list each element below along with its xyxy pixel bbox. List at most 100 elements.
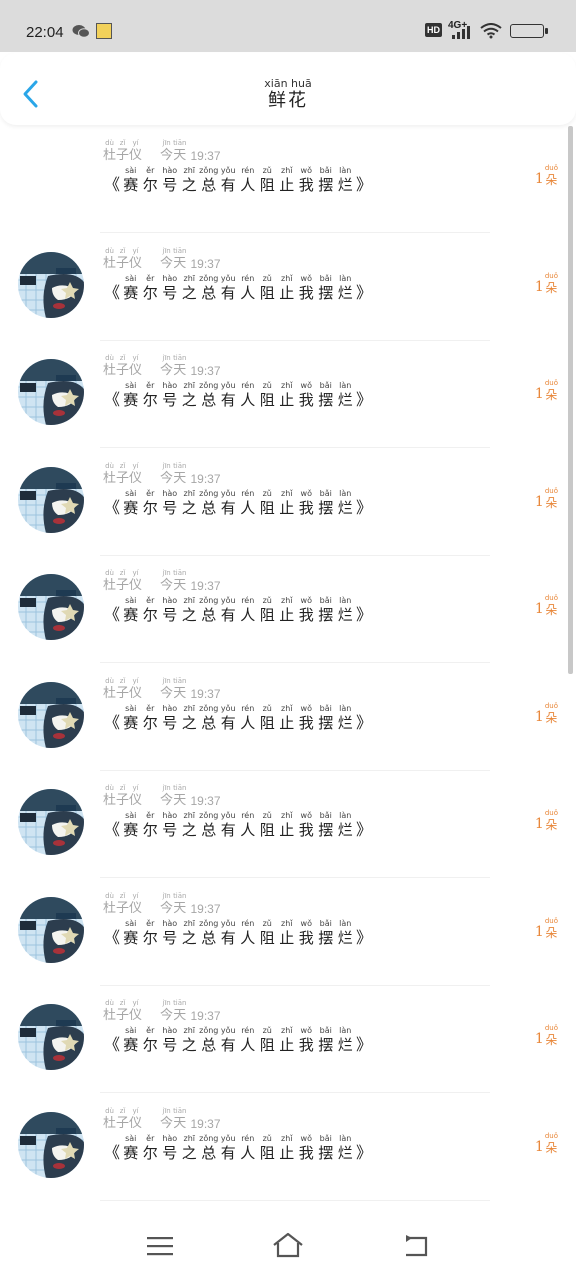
book-title[interactable]: 《 sài 赛 ěr 尔 hào 号 zhī 之 zǒng 总 yǒu 有 rén 人 zǔ 阻 zhǐ 止 wǒ 我 b… (103, 166, 373, 194)
header: xiān huā 鲜花 (0, 53, 576, 125)
date-label-char: 天 (173, 1008, 187, 1023)
sender-meta: dù 杜 zǐ 子 yí 仪 jīn 今 tiān 天 19:37 (103, 677, 221, 701)
book-title[interactable]: 《 sài 赛 ěr 尔 hào 号 zhī 之 zǒng 总 yǒu 有 rén 人 zǔ 阻 zhǐ 止 wǒ 我 b… (103, 381, 373, 409)
book-title-char-pinyin: bǎi (319, 1133, 332, 1143)
book-title-char-pinyin: zhǐ (281, 596, 293, 605)
book-title[interactable]: 《 sài 赛 ěr 尔 hào 号 zhī 之 zǒng 总 yǒu 有 rén 人 zǔ 阻 zhǐ 止 wǒ 我 b… (103, 1134, 373, 1162)
book-title-char-char: 我 (298, 821, 314, 839)
flower-unit-pinyin: duǒ (544, 594, 558, 602)
page-title: xiān huā 鲜花 (0, 77, 576, 112)
book-title-char: zhǐ 止 (277, 1134, 297, 1162)
app-notification-icon (96, 23, 112, 39)
book-title-char-char: 烂 (337, 606, 353, 624)
book-bracket-close: 》 (355, 712, 372, 732)
timestamp: 19:37 (190, 1009, 221, 1023)
date-label: jīn 今 (160, 677, 173, 701)
sender-name-pinyin: zǐ (119, 1106, 126, 1115)
book-title-char-pinyin: sài (125, 703, 137, 713)
book-title[interactable]: 《 sài 赛 ěr 尔 hào 号 zhī 之 zǒng 总 yǒu 有 rén 人 zǔ 阻 zhǐ 止 wǒ 我 b… (103, 596, 373, 624)
book-title[interactable]: 《 sài 赛 ěr 尔 hào 号 zhī 之 zǒng 总 yǒu 有 rén 人 zǔ 阻 zhǐ 止 wǒ 我 b… (103, 919, 373, 947)
avatar[interactable] (18, 789, 84, 855)
book-title[interactable]: 《 sài 赛 ěr 尔 hào 号 zhī 之 zǒng 总 yǒu 有 rén 人 zǔ 阻 zhǐ 止 wǒ 我 b… (103, 704, 373, 732)
avatar[interactable] (18, 1111, 84, 1178)
avatar[interactable] (18, 359, 84, 425)
list-item[interactable]: dù 杜 zǐ 子 yí 仪 jīn 今 tiān 天 19:37 《 sài 赛 ěr 尔 hào 号 zhī 之 z… (0, 879, 566, 986)
menu-icon[interactable] (147, 1236, 173, 1260)
avatar[interactable] (18, 896, 84, 963)
book-title-char-pinyin: zhī (183, 703, 196, 713)
book-title-char: zǔ 阻 (258, 919, 278, 947)
book-title-char: zhǐ 止 (277, 704, 297, 732)
list-item[interactable]: dù 杜 zǐ 子 yí 仪 jīn 今 tiān 天 19:37 《 sài 赛 ěr 尔 hào 号 zhī 之 z… (0, 1094, 566, 1201)
flower-unit: duǒ 朵 (545, 917, 558, 940)
book-title-char-pinyin: làn (339, 488, 352, 498)
book-title-char-char: 号 (162, 391, 178, 409)
date-label-pinyin: jīn (162, 784, 171, 792)
book-title[interactable]: 《 sài 赛 ěr 尔 hào 号 zhī 之 zǒng 总 yǒu 有 rén 人 zǔ 阻 zhǐ 止 wǒ 我 b… (103, 274, 373, 302)
book-title-char-char: 尔 (142, 928, 158, 947)
sender-name-pinyin: zǐ (119, 461, 126, 470)
book-title[interactable]: 《 sài 赛 ěr 尔 hào 号 zhī 之 zǒng 总 yǒu 有 rén 人 zǔ 阻 zhǐ 止 wǒ 我 b… (103, 489, 373, 517)
book-title-char-char: 之 (181, 1143, 197, 1162)
book-bracket-open: 《 (103, 712, 120, 732)
list-item[interactable]: dù 杜 zǐ 子 yí 仪 jīn 今 tiān 天 19:37 《 sài 赛 ěr 尔 hào 号 zhī 之 z… (0, 986, 566, 1093)
book-title-char-pinyin: zhǐ (281, 703, 293, 713)
list-item[interactable]: dù 杜 zǐ 子 yí 仪 jīn 今 tiān 天 19:37 《 sài 赛 ěr 尔 hào 号 zhī 之 z… (0, 341, 566, 448)
timestamp: 19:37 (190, 471, 221, 486)
book-title-char: zǔ 阻 (258, 489, 278, 517)
book-title[interactable]: 《 sài 赛 ěr 尔 hào 号 zhī 之 zǒng 总 yǒu 有 rén 人 zǔ 阻 zhǐ 止 wǒ 我 b… (103, 811, 373, 839)
flower-count-number: 1 (534, 923, 544, 940)
list-item[interactable]: dù 杜 zǐ 子 yí 仪 jīn 今 tiān 天 19:37 《 sài 赛 ěr 尔 hào 号 zhī 之 z… (0, 449, 566, 556)
sender-name-pinyin: yí (132, 569, 139, 577)
book-title-char: rén 人 (238, 811, 258, 839)
book-title-char: zǒng 总 (199, 1134, 219, 1162)
book-title-char-char: 有 (220, 391, 236, 409)
book-title-char-char: 赛 (123, 176, 139, 194)
book-title-char: zǒng 总 (199, 596, 219, 624)
date-label: tiān 天 (173, 677, 186, 701)
book-title-char-pinyin: bǎi (319, 273, 332, 283)
sender-name-char: 杜 (103, 148, 117, 163)
book-title-char-char: 我 (298, 928, 314, 947)
book-title[interactable]: 《 sài 赛 ěr 尔 hào 号 zhī 之 zǒng 总 yǒu 有 rén 人 zǔ 阻 zhǐ 止 wǒ 我 b… (103, 1026, 373, 1054)
flower-unit: duǒ 朵 (545, 272, 558, 295)
date-label-pinyin: tiān (173, 676, 187, 685)
timestamp: 19:37 (190, 364, 221, 378)
sender-name-pinyin: zǐ (119, 891, 126, 900)
book-title-char-char: 号 (162, 928, 178, 947)
list-item[interactable]: dù 杜 zǐ 子 yí 仪 jīn 今 tiān 天 19:37 《 sài 赛 ěr 尔 hào 号 zhī 之 z… (0, 556, 566, 663)
date-label: tiān 天 (173, 139, 186, 163)
avatar[interactable] (18, 251, 84, 318)
book-bracket-close: 》 (355, 1142, 372, 1162)
flower-count-number: 1 (534, 601, 544, 617)
avatar[interactable] (18, 466, 84, 533)
avatar[interactable] (18, 574, 84, 640)
book-title-char: sài 赛 (121, 1134, 141, 1162)
list-item[interactable]: dù 杜 zǐ 子 yí 仪 jīn 今 tiān 天 19:37 《 sài 赛 ěr 尔 hào 号 zhī 之 z… (0, 234, 566, 341)
list-item[interactable]: dù 杜 zǐ 子 yí 仪 jīn 今 tiān 天 19:37 《 sài 赛 ěr 尔 hào 号 zhī 之 z… (0, 664, 566, 771)
list-item[interactable]: dù 杜 zǐ 子 yí 仪 jīn 今 tiān 天 19:37 《 sài 赛 ěr 尔 hào 号 zhī 之 z… (0, 771, 566, 878)
book-title-char-pinyin: rén (241, 166, 255, 175)
book-title-char: hào 号 (160, 1026, 180, 1054)
avatar[interactable] (18, 1004, 84, 1070)
book-title-char: yǒu 有 (219, 919, 239, 947)
book-title-char: yǒu 有 (219, 596, 239, 624)
home-icon[interactable] (272, 1232, 304, 1262)
book-title-char-pinyin: zǒng (199, 381, 219, 390)
book-title-char-char: 烂 (337, 1143, 353, 1162)
avatar[interactable] (18, 681, 84, 748)
date-label-pinyin: tiān (173, 461, 187, 470)
book-title-char-pinyin: zǔ (262, 811, 272, 820)
sender-name-char: 杜 (103, 470, 117, 486)
scrollbar[interactable] (568, 126, 573, 674)
book-title-char-char: 阻 (259, 283, 275, 302)
back-icon[interactable] (402, 1234, 430, 1262)
book-title-char-pinyin: zhī (183, 918, 196, 928)
book-title-char-pinyin: zǒng (199, 596, 219, 605)
sender-name-pinyin: zǐ (119, 246, 126, 255)
date-label-char: 今 (160, 363, 174, 378)
list-item[interactable]: dù 杜 zǐ 子 yí 仪 jīn 今 tiān 天 19:37 《 sài 赛 ěr 尔 hào 号 zhī 之 z… (0, 126, 566, 233)
book-bracket-open: 《 (103, 497, 120, 517)
book-title-char-pinyin: ěr (146, 596, 155, 605)
book-title-char-pinyin: làn (339, 1026, 352, 1035)
